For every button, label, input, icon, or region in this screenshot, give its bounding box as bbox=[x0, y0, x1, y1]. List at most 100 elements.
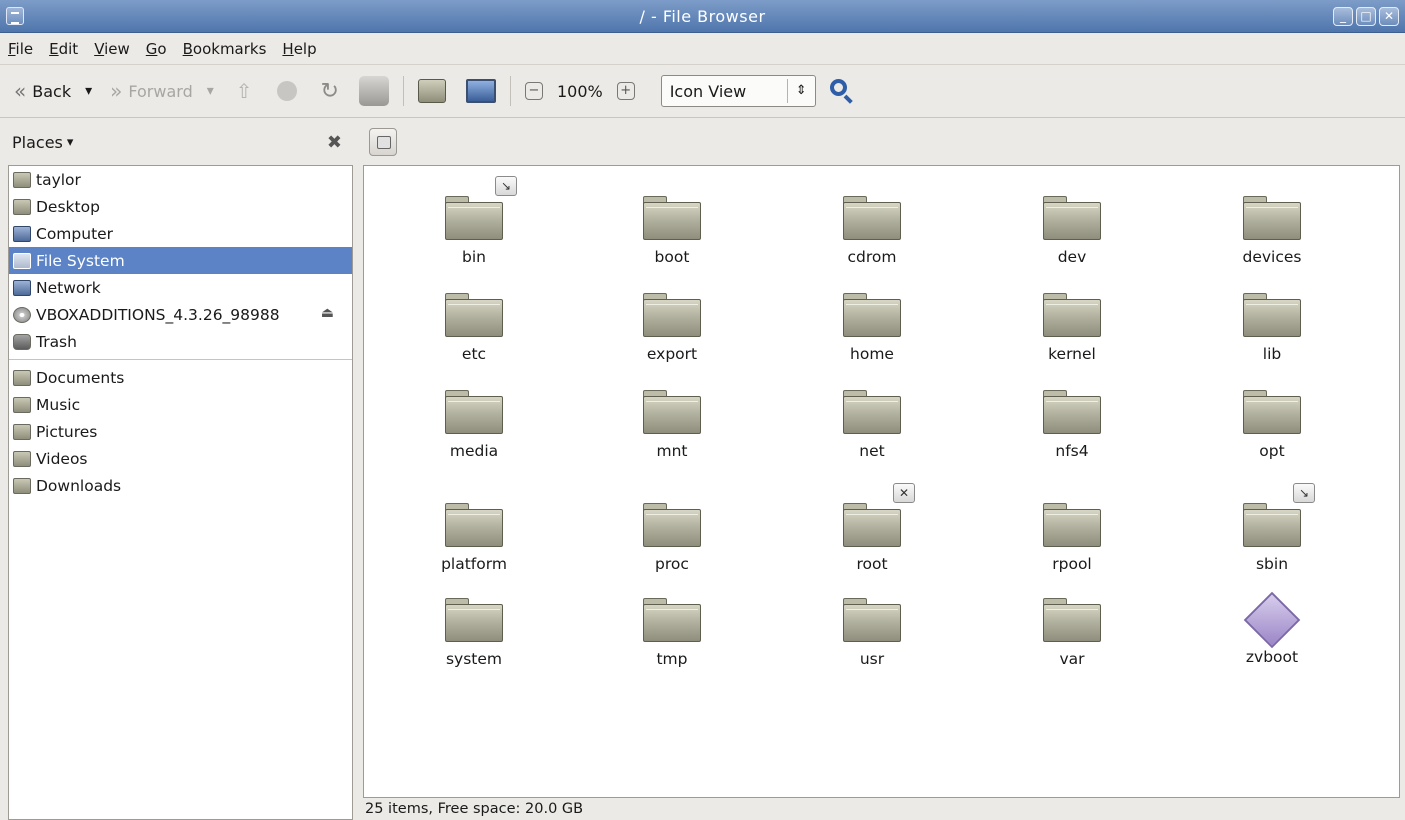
location-root-button[interactable] bbox=[369, 128, 397, 156]
up-arrow-icon[interactable]: ⇧ bbox=[236, 79, 253, 103]
file-name: lib bbox=[1262, 345, 1282, 363]
zoom-in-icon[interactable]: + bbox=[616, 82, 635, 100]
folder-icon bbox=[445, 598, 503, 642]
file-item[interactable]: ✕ root bbox=[792, 483, 952, 573]
file-item[interactable]: platform bbox=[394, 503, 554, 573]
sidebar-item-pictures[interactable]: Pictures bbox=[9, 418, 352, 445]
file-item[interactable]: home bbox=[792, 293, 952, 363]
close-sidebar-icon[interactable]: ✖ bbox=[327, 132, 342, 153]
home-icon[interactable] bbox=[417, 79, 446, 103]
file-item[interactable]: etc bbox=[394, 293, 554, 363]
file-item[interactable]: kernel bbox=[992, 293, 1152, 363]
sidebar-item-downloads[interactable]: Downloads bbox=[9, 472, 352, 499]
folder-icon bbox=[445, 503, 503, 547]
back-label: Back bbox=[32, 81, 72, 101]
file-name: zvboot bbox=[1245, 648, 1299, 666]
view-mode-value: Icon View bbox=[669, 81, 747, 101]
file-item[interactable]: devices bbox=[1192, 196, 1352, 266]
back-button[interactable]: « Back ▾ bbox=[14, 71, 92, 111]
sidebar-item-label: VBOXADDITIONS_4.3.26_98988 bbox=[36, 305, 280, 324]
forward-label: Forward bbox=[128, 81, 193, 101]
file-name: media bbox=[449, 442, 499, 460]
toolbar: « Back ▾ » Forward ▾ ⇧ ↻ − 100% + Icon V… bbox=[0, 64, 1405, 118]
minimize-button[interactable]: _ bbox=[1333, 7, 1353, 26]
places-header[interactable]: Places ▾ ✖ bbox=[0, 119, 357, 165]
sidebar-item-network[interactable]: Network bbox=[9, 274, 352, 301]
sidebar-item-music[interactable]: Music bbox=[9, 391, 352, 418]
file-item[interactable]: nfs4 bbox=[992, 390, 1152, 460]
folder-icon: ✕ bbox=[843, 483, 915, 547]
menu-bar: File Edit View Go Bookmarks Help bbox=[0, 34, 1405, 64]
back-history-chevron-icon[interactable]: ▾ bbox=[85, 83, 92, 99]
file-item[interactable]: boot bbox=[592, 196, 752, 266]
file-item[interactable]: tmp bbox=[592, 598, 752, 668]
maximize-button[interactable]: □ bbox=[1356, 7, 1376, 26]
file-name: var bbox=[1059, 650, 1085, 668]
file-item[interactable]: ↘ bin bbox=[394, 176, 554, 266]
file-item[interactable]: rpool bbox=[992, 503, 1152, 573]
file-item[interactable]: ↘ sbin bbox=[1192, 483, 1352, 573]
sidebar-item-label: Desktop bbox=[36, 197, 100, 216]
sidebar-divider bbox=[9, 359, 352, 360]
file-item[interactable]: usr bbox=[792, 598, 952, 668]
menu-bookmarks[interactable]: Bookmarks bbox=[183, 40, 267, 58]
eject-icon[interactable]: ⏏ bbox=[321, 305, 334, 321]
sidebar-item-documents[interactable]: Documents bbox=[9, 364, 352, 391]
computer-icon[interactable] bbox=[465, 79, 496, 103]
menu-edit[interactable]: Edit bbox=[49, 40, 78, 58]
file-item[interactable]: zvboot bbox=[1192, 591, 1352, 666]
computer-drive-icon[interactable] bbox=[358, 76, 389, 106]
places-dropdown-chevron-icon: ▾ bbox=[66, 134, 74, 150]
menu-help[interactable]: Help bbox=[282, 40, 316, 58]
file-name: usr bbox=[859, 650, 885, 668]
file-name: rpool bbox=[1052, 555, 1092, 573]
zoom-out-icon[interactable]: − bbox=[524, 82, 543, 100]
file-item[interactable]: opt bbox=[1192, 390, 1352, 460]
sidebar-item-label: Documents bbox=[36, 368, 125, 387]
sidebar-item-taylor[interactable]: taylor bbox=[9, 166, 352, 193]
file-item[interactable]: media bbox=[394, 390, 554, 460]
folder-icon bbox=[643, 196, 701, 240]
file-icon bbox=[1243, 591, 1301, 649]
sidebar-item-vboxadditions[interactable]: VBOXADDITIONS_4.3.26_98988 ⏏ bbox=[9, 301, 352, 328]
reload-icon[interactable]: ↻ bbox=[321, 79, 339, 104]
sidebar-item-desktop[interactable]: Desktop bbox=[9, 193, 352, 220]
folder-icon bbox=[843, 598, 901, 642]
select-arrows-icon: ⇕ bbox=[786, 79, 815, 103]
menu-file[interactable]: File bbox=[8, 40, 33, 58]
file-item[interactable]: lib bbox=[1192, 293, 1352, 363]
filesystem-icon bbox=[13, 252, 31, 269]
close-window-button[interactable]: ✕ bbox=[1379, 7, 1399, 26]
file-item[interactable]: net bbox=[792, 390, 952, 460]
menu-go[interactable]: Go bbox=[146, 40, 167, 58]
folder-icon bbox=[1043, 598, 1101, 642]
file-name: export bbox=[646, 345, 698, 363]
file-item[interactable]: cdrom bbox=[792, 196, 952, 266]
file-item[interactable]: mnt bbox=[592, 390, 752, 460]
sidebar-item-computer[interactable]: Computer bbox=[9, 220, 352, 247]
folder-icon bbox=[1043, 503, 1101, 547]
sidebar-item-file-system[interactable]: File System bbox=[9, 247, 352, 274]
sidebar-item-trash[interactable]: Trash bbox=[9, 328, 352, 355]
file-name: kernel bbox=[1048, 345, 1096, 363]
view-mode-select[interactable]: Icon View ⇕ bbox=[660, 75, 816, 107]
trash-icon bbox=[13, 333, 31, 350]
file-item[interactable]: export bbox=[592, 293, 752, 363]
file-item[interactable]: var bbox=[992, 598, 1152, 668]
stop-icon[interactable] bbox=[276, 81, 297, 101]
search-icon[interactable] bbox=[829, 79, 854, 104]
sidebar-item-label: Pictures bbox=[36, 422, 98, 441]
file-item[interactable]: proc bbox=[592, 503, 752, 573]
menu-view[interactable]: View bbox=[94, 40, 130, 58]
sidebar-item-videos[interactable]: Videos bbox=[9, 445, 352, 472]
folder-icon bbox=[1243, 390, 1301, 434]
forward-history-chevron-icon[interactable]: ▾ bbox=[207, 83, 214, 99]
forward-button[interactable]: » Forward ▾ bbox=[110, 71, 214, 111]
file-item[interactable]: system bbox=[394, 598, 554, 668]
folder-icon bbox=[1043, 293, 1101, 337]
desktop-folder-icon bbox=[13, 198, 31, 215]
folder-icon bbox=[643, 390, 701, 434]
zoom-level: 100% bbox=[556, 81, 603, 101]
file-item[interactable]: dev bbox=[992, 196, 1152, 266]
folder-icon bbox=[445, 293, 503, 337]
